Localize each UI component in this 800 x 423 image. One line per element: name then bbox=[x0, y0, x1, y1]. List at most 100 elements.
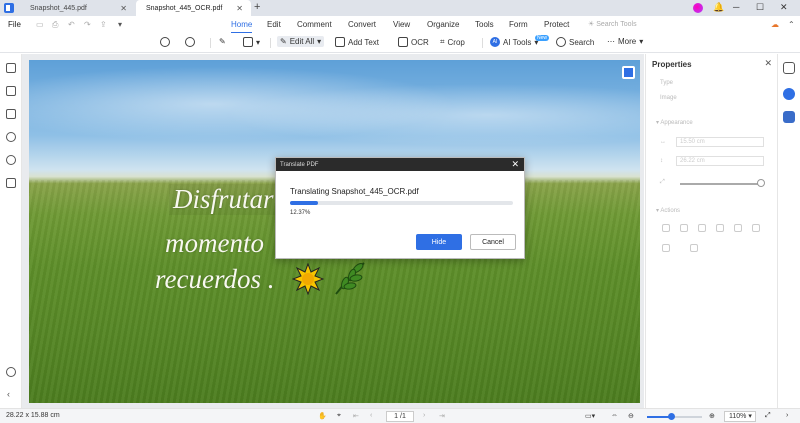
tab-snapshot-445-ocr[interactable]: Snapshot_445_OCR.pdf ✕ bbox=[136, 0, 251, 16]
highlight-button[interactable]: ✎ bbox=[219, 37, 226, 46]
distribute-icon[interactable] bbox=[690, 244, 698, 252]
height-unit: cm bbox=[696, 158, 705, 164]
file-menu[interactable]: File bbox=[8, 20, 21, 29]
next-page-icon[interactable]: › bbox=[423, 412, 425, 419]
height-field[interactable]: 26.22 cm bbox=[676, 156, 764, 166]
ocr-button[interactable]: OCR bbox=[398, 37, 429, 47]
divider bbox=[270, 38, 271, 48]
zoom-out-button[interactable] bbox=[160, 37, 170, 47]
properties-toggle-icon[interactable] bbox=[783, 62, 795, 74]
left-sidebar: ‹ bbox=[0, 54, 22, 408]
tab-label: Snapshot_445.pdf bbox=[30, 4, 87, 12]
search-icon[interactable] bbox=[6, 155, 16, 165]
rotate-left-icon[interactable] bbox=[662, 224, 670, 232]
chevron-down-icon: ▾ bbox=[748, 413, 752, 420]
ai-assistant-icon[interactable] bbox=[783, 88, 795, 100]
menu-home[interactable]: Home bbox=[231, 20, 253, 34]
rotate-right-icon[interactable] bbox=[680, 224, 688, 232]
ai-tools-label: AI Tools bbox=[503, 37, 532, 47]
zoom-out-icon[interactable]: ⊖ bbox=[628, 412, 634, 420]
zoom-slider-handle[interactable] bbox=[668, 413, 675, 420]
share-icon[interactable]: ⇪ bbox=[100, 20, 107, 29]
fit-width-icon[interactable]: ⇔ bbox=[611, 412, 618, 419]
page-action-button[interactable] bbox=[622, 66, 635, 79]
shape-button[interactable]: ▾ bbox=[243, 37, 260, 47]
avatar[interactable] bbox=[693, 3, 703, 13]
bookmark-icon[interactable] bbox=[6, 86, 16, 96]
translate-icon[interactable] bbox=[783, 111, 795, 123]
type-label: Type bbox=[660, 80, 674, 86]
hide-button[interactable]: Hide bbox=[416, 234, 462, 250]
ocr-text-line[interactable]: Disfrutar bbox=[169, 184, 278, 215]
zoom-in-button[interactable] bbox=[185, 37, 195, 47]
chevron-down-icon: ▾ bbox=[639, 37, 644, 46]
menu-protect[interactable]: Protect bbox=[544, 20, 569, 29]
last-page-icon[interactable]: ⇥ bbox=[439, 412, 445, 420]
cancel-button[interactable]: Cancel bbox=[470, 234, 516, 250]
ai-tools-button[interactable]: AI AI Tools ▾ bbox=[490, 37, 538, 47]
align-icon[interactable] bbox=[662, 244, 670, 252]
tab-label: Snapshot_445_OCR.pdf bbox=[146, 4, 223, 12]
ocr-text-line[interactable]: momento bbox=[165, 228, 264, 259]
search-tools-input[interactable]: ☀ Search Tools bbox=[588, 20, 637, 28]
undo-icon[interactable]: ↶ bbox=[68, 20, 75, 29]
flip-horizontal-icon[interactable] bbox=[716, 224, 724, 232]
more-label: More bbox=[618, 37, 637, 46]
attachment-icon[interactable] bbox=[6, 132, 16, 142]
width-field[interactable]: 15.50 cm bbox=[676, 137, 764, 147]
menu-tools[interactable]: Tools bbox=[475, 20, 494, 29]
replace-image-icon[interactable] bbox=[752, 224, 760, 232]
add-text-button[interactable]: Add Text bbox=[335, 37, 379, 47]
menu-organize[interactable]: Organize bbox=[427, 20, 459, 29]
chevron-down-icon: ▾ bbox=[317, 37, 322, 46]
layers-icon[interactable] bbox=[6, 178, 16, 188]
search-button[interactable]: Search bbox=[556, 37, 594, 47]
customize-dropdown-icon[interactable]: ▾ bbox=[118, 20, 122, 29]
rectangle-icon bbox=[243, 37, 253, 47]
new-tab-button[interactable]: + bbox=[254, 1, 260, 13]
maximize-button[interactable]: ☐ bbox=[756, 2, 764, 13]
crop-image-icon[interactable] bbox=[698, 224, 706, 232]
menu-edit[interactable]: Edit bbox=[267, 20, 281, 29]
expand-icon[interactable]: ⌃ bbox=[788, 20, 795, 29]
opacity-slider[interactable] bbox=[680, 183, 760, 185]
opacity-icon: ⤢ bbox=[660, 179, 665, 185]
menu-view[interactable]: View bbox=[393, 20, 410, 29]
page-number-field[interactable]: 1 /1 bbox=[386, 411, 414, 422]
pages-icon[interactable] bbox=[6, 63, 16, 73]
menu-convert[interactable]: Convert bbox=[348, 20, 376, 29]
close-tab-icon[interactable]: ✕ bbox=[236, 4, 243, 13]
close-icon[interactable]: ✕ bbox=[511, 159, 519, 170]
opacity-slider-handle[interactable] bbox=[757, 179, 765, 187]
close-tab-icon[interactable]: ✕ bbox=[120, 4, 127, 13]
more-button[interactable]: ⋯ More ▾ bbox=[607, 37, 643, 46]
tab-snapshot-445[interactable]: Snapshot_445.pdf ✕ bbox=[20, 0, 135, 16]
hand-tool-icon[interactable]: ✋ bbox=[318, 412, 327, 420]
zoom-level-field[interactable]: 110% ▾ bbox=[724, 411, 756, 422]
crop-button[interactable]: ⌗ Crop bbox=[440, 37, 465, 47]
print-icon[interactable]: ⎙ bbox=[52, 20, 58, 30]
prev-page-icon[interactable]: ‹ bbox=[370, 412, 372, 419]
save-icon[interactable]: ▭ bbox=[36, 20, 44, 29]
collapse-left-icon[interactable]: ‹ bbox=[7, 389, 10, 399]
divider bbox=[482, 38, 483, 48]
redo-icon[interactable]: ↷ bbox=[84, 20, 91, 29]
close-window-button[interactable]: ✕ bbox=[780, 2, 788, 13]
ocr-text-line[interactable]: recuerdos . bbox=[155, 264, 274, 295]
page-layout-icon[interactable]: ▭▾ bbox=[585, 412, 595, 420]
flip-vertical-icon[interactable] bbox=[734, 224, 742, 232]
collapse-right-icon[interactable]: › bbox=[786, 412, 788, 419]
fit-page-icon[interactable]: ⤢ bbox=[765, 412, 771, 420]
minimize-button[interactable]: ─ bbox=[733, 2, 739, 12]
first-page-icon[interactable]: ⇤ bbox=[353, 412, 359, 420]
cloud-icon[interactable]: ☁ bbox=[771, 20, 779, 29]
notification-icon[interactable]: 🔔 bbox=[713, 2, 724, 13]
edit-all-button[interactable]: ✎ Edit All ▾ bbox=[277, 36, 325, 47]
select-tool-icon[interactable]: ⌖ bbox=[337, 412, 341, 420]
help-icon[interactable] bbox=[6, 367, 16, 377]
menu-comment[interactable]: Comment bbox=[297, 20, 332, 29]
menu-form[interactable]: Form bbox=[509, 20, 528, 29]
zoom-in-icon[interactable]: ⊕ bbox=[709, 412, 715, 420]
close-icon[interactable]: ✕ bbox=[764, 58, 772, 69]
comment-icon[interactable] bbox=[6, 109, 16, 119]
